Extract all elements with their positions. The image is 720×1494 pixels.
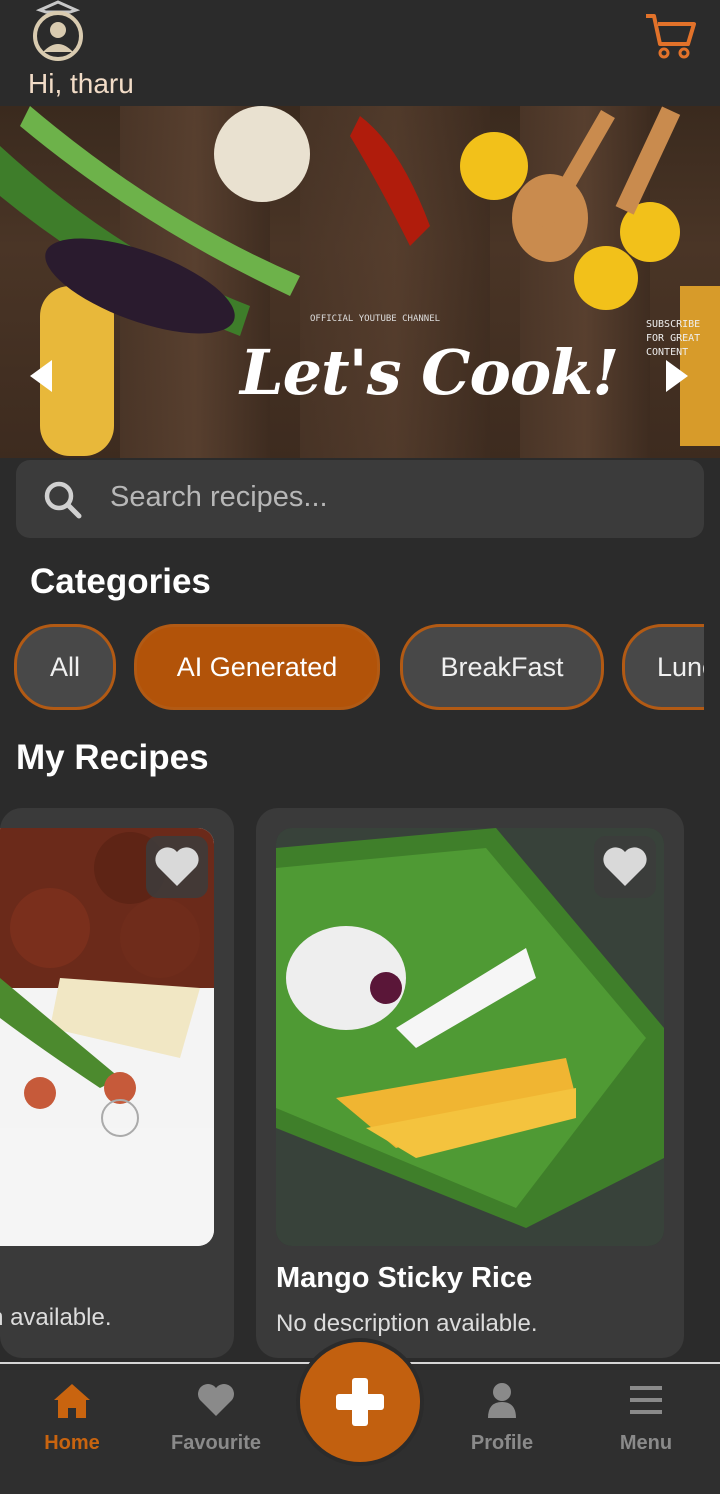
recipe-description: No description available.: [276, 1310, 538, 1337]
recipe-title: Mango Sticky Rice: [276, 1262, 533, 1294]
category-chips: All AI Generated BreakFast Lunch: [14, 624, 704, 714]
my-recipes-title: My Recipes: [16, 738, 209, 777]
carousel-next-icon[interactable]: [666, 360, 688, 392]
nav-label-favourite: Favourite: [170, 1432, 262, 1454]
menu-icon: [630, 1386, 662, 1414]
user-icon: [488, 1383, 516, 1418]
carousel-prev-icon[interactable]: [30, 360, 52, 392]
user-avatar-icon[interactable]: [30, 0, 86, 64]
add-recipe-button[interactable]: [300, 1342, 420, 1462]
heart-icon: [155, 847, 199, 886]
category-chip-ai-generated[interactable]: AI Generated: [134, 624, 380, 710]
favourite-button[interactable]: [146, 836, 208, 898]
recipe-card[interactable]: No description available.: [0, 808, 234, 1358]
cart-icon[interactable]: [644, 10, 696, 60]
home-icon: [54, 1384, 90, 1418]
nav-item-favourite[interactable]: Favourite: [156, 1364, 276, 1494]
banner-side-text: SUBSCRIBE FOR GREAT CONTENT: [646, 319, 701, 358]
nav-label-home: Home: [44, 1432, 100, 1454]
banner-title: Let's Cook!: [240, 336, 619, 409]
greeting-text: Hi, tharu: [28, 68, 134, 99]
recipe-description: No description available.: [0, 1304, 112, 1331]
category-chip-breakfast[interactable]: BreakFast: [400, 624, 604, 710]
favourite-button[interactable]: [594, 836, 656, 898]
nav-item-menu[interactable]: Menu: [586, 1364, 706, 1494]
plus-icon: [336, 1378, 384, 1426]
nav-label-profile: Profile: [470, 1432, 534, 1454]
categories-title: Categories: [30, 562, 211, 601]
hero-banner[interactable]: OFFICIAL YOUTUBE CHANNEL SUBSCRIBE FOR G…: [0, 106, 720, 458]
banner-small-text: OFFICIAL YOUTUBE CHANNEL: [310, 314, 441, 324]
category-chip-lunch[interactable]: Lunch: [622, 624, 704, 710]
nav-label-menu: Menu: [619, 1432, 673, 1454]
recipe-card[interactable]: Mango Sticky Rice No description availab…: [256, 808, 684, 1358]
category-chip-all[interactable]: All: [14, 624, 116, 710]
heart-icon: [198, 1384, 234, 1416]
search-icon: [44, 481, 82, 519]
search-placeholder: Search recipes...: [110, 481, 328, 513]
heart-icon: [603, 847, 647, 886]
top-bar: Hi, tharu: [0, 0, 720, 106]
nav-item-home[interactable]: Home: [12, 1364, 132, 1494]
nav-item-profile[interactable]: Profile: [442, 1364, 562, 1494]
